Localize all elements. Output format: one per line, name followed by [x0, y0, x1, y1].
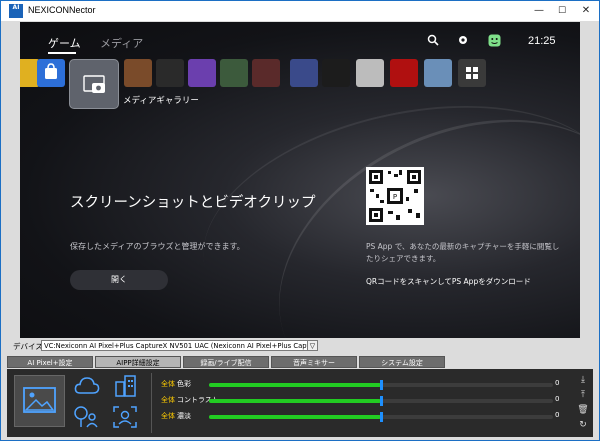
camera-icon — [83, 75, 105, 93]
game-tile[interactable] — [390, 59, 418, 87]
hero-description: 保存したメディアのブラウズと管理ができます。 — [70, 242, 245, 251]
minimize-button[interactable]: — — [528, 1, 550, 21]
search-icon[interactable] — [427, 34, 439, 49]
scope-label: 全体 — [161, 412, 175, 420]
maximize-button[interactable]: ☐ — [551, 1, 573, 21]
qr-download-text: QRコードをスキャンしてPS Appをダウンロード — [366, 277, 531, 286]
qr-description: PS App で、あなたの最新のキャプチャーを手軽に閲覧したりシェアできます。 — [366, 242, 560, 263]
slider-handle[interactable] — [380, 396, 383, 406]
capture-preview: ゲーム メディア 21:25 メディアギャラリー スクリーンショットとビデオクリ… — [20, 22, 580, 338]
qr-code: P — [366, 167, 424, 225]
slider-label-color: 色彩 — [177, 380, 191, 388]
scope-label: 全体 — [161, 396, 175, 404]
nav-tab-game[interactable]: ゲーム — [48, 35, 81, 51]
nav-underline — [48, 52, 76, 54]
tab-system-settings[interactable]: システム設定 — [359, 356, 445, 368]
game-tile[interactable] — [290, 59, 318, 87]
image-mode-button[interactable] — [14, 375, 65, 427]
scope-label: 全体 — [161, 380, 175, 388]
game-tile[interactable] — [156, 59, 184, 87]
slider-row-color: 全体 色彩 0 — [157, 379, 567, 391]
building-icon[interactable] — [112, 374, 138, 398]
game-tile[interactable] — [188, 59, 216, 87]
app-window: AI NEXICONNector — ☐ ✕ ゲーム メディア 21:25 メデ… — [0, 0, 600, 441]
slider-value: 0 — [555, 395, 560, 403]
game-tile[interactable] — [424, 59, 452, 87]
device-label: デバイス — [13, 342, 43, 351]
slider-value: 0 — [555, 411, 560, 419]
panel-divider — [151, 373, 152, 433]
game-tile[interactable] — [124, 59, 152, 87]
tree-person-icon[interactable] — [73, 405, 99, 429]
picture-icon — [23, 387, 56, 413]
game-library-tile[interactable] — [458, 59, 486, 87]
shade-slider[interactable] — [209, 412, 553, 422]
slider-row-contrast: 全体 コントラスト 0 — [157, 395, 567, 407]
face-frame-icon[interactable] — [112, 405, 138, 429]
settings-panel: 全体 色彩 0 全体 コントラスト 0 全体 濃淡 0 ⤓ ⤒ 🗑 ↻ — [7, 369, 593, 437]
window-title: NEXICONNector — [28, 5, 96, 15]
device-select[interactable]: VC:Nexiconn AI Pixel+Plus CaptureX NV501… — [41, 340, 317, 351]
close-button[interactable]: ✕ — [575, 1, 597, 21]
game-tile[interactable] — [356, 59, 384, 87]
game-tile[interactable] — [322, 59, 350, 87]
slider-value: 0 — [555, 379, 560, 387]
nav-tab-media[interactable]: メディア — [100, 35, 143, 51]
trash-icon[interactable]: 🗑 — [577, 404, 589, 416]
selected-tile-label: メディアギャラリー — [123, 96, 199, 106]
media-gallery-tile[interactable] — [69, 59, 119, 109]
hero-title: スクリーンショットとビデオクリップ — [70, 195, 316, 211]
color-slider[interactable] — [209, 380, 553, 390]
avatar-icon[interactable] — [488, 34, 501, 50]
download-icon[interactable]: ⤓ — [577, 374, 589, 386]
slider-label-shade: 濃淡 — [177, 412, 191, 420]
ps-store-tile[interactable] — [37, 59, 65, 87]
title-bar: AI NEXICONNector — ☐ ✕ — [1, 1, 599, 21]
chevron-down-icon[interactable]: ▽ — [307, 340, 318, 351]
contrast-slider[interactable] — [209, 396, 553, 406]
game-tile[interactable] — [252, 59, 280, 87]
app-logo-icon: AI — [9, 4, 23, 18]
svg-text:P: P — [393, 193, 397, 201]
upload-icon[interactable]: ⤒ — [577, 389, 589, 401]
tab-aipp-detail-settings[interactable]: AIPP詳細設定 — [95, 356, 181, 368]
slider-handle[interactable] — [380, 412, 383, 422]
tab-audio-mixer[interactable]: 音声ミキサー — [271, 356, 357, 368]
tab-record-live[interactable]: 録画/ライブ配信 — [183, 356, 269, 368]
game-tile[interactable] — [220, 59, 248, 87]
slider-row-shade: 全体 濃淡 0 — [157, 411, 567, 423]
clock: 21:25 — [528, 35, 556, 47]
open-button[interactable]: 開く — [70, 270, 168, 290]
gear-icon[interactable] — [457, 34, 469, 49]
cloud-icon[interactable] — [74, 375, 100, 399]
device-row: デバイス VC:Nexiconn AI Pixel+Plus CaptureX … — [1, 340, 599, 353]
tab-ai-pixel-settings[interactable]: AI Pixel+設定 — [7, 356, 93, 368]
slider-handle[interactable] — [380, 380, 383, 390]
reset-icon[interactable]: ↻ — [577, 419, 589, 431]
